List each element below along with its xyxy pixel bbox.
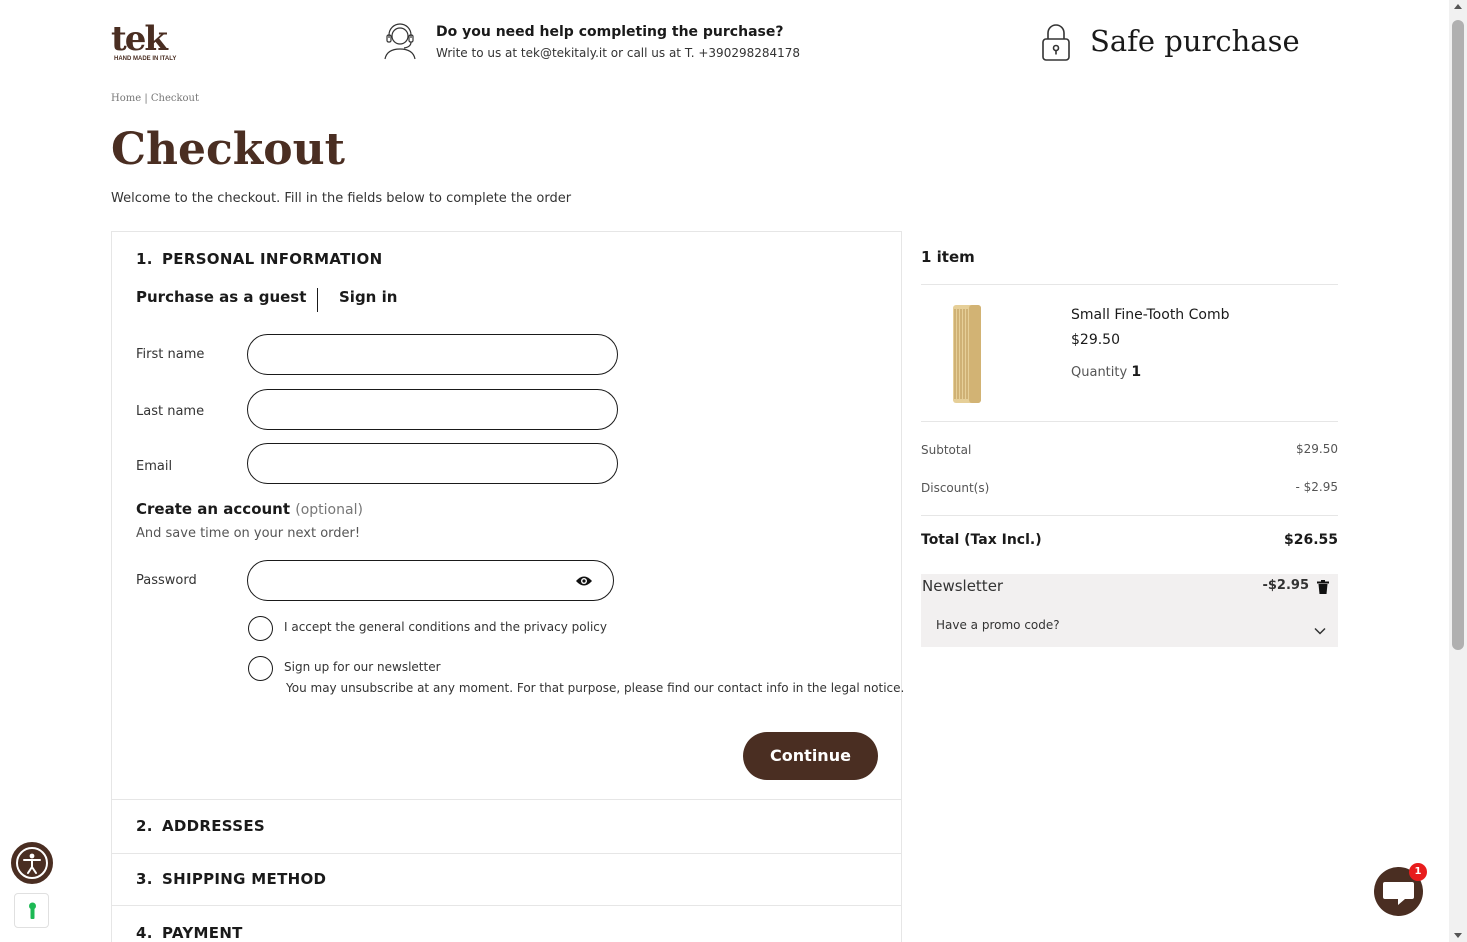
quantity-label: Quantity xyxy=(1071,365,1128,380)
password-input[interactable] xyxy=(247,560,614,601)
step-shipping-method[interactable]: 3. SHIPPING METHOD xyxy=(136,870,326,888)
first-name-input[interactable] xyxy=(247,334,618,375)
email-input[interactable] xyxy=(247,443,618,484)
last-name-label: Last name xyxy=(136,404,205,419)
password-label: Password xyxy=(136,573,197,588)
summary-divider xyxy=(921,284,1338,285)
last-name-input[interactable] xyxy=(247,389,618,430)
step-addresses[interactable]: 2. ADDRESSES xyxy=(136,817,265,835)
optional-label: (optional) xyxy=(295,502,363,518)
subtotal-label: Subtotal xyxy=(921,443,972,457)
create-account-title: Create an account (optional) xyxy=(136,500,363,518)
step-divider xyxy=(112,905,901,906)
step-personal-information[interactable]: 1. PERSONAL INFORMATION xyxy=(136,250,382,268)
step-payment[interactable]: 4. PAYMENT xyxy=(136,924,243,942)
promo-section: Newsletter -$2.95 Have a promo code? xyxy=(921,574,1338,647)
applied-promo-amount: -$2.95 xyxy=(1262,578,1309,593)
scrollbar-thumb[interactable] xyxy=(1452,20,1464,650)
site-header: tek HAND MADE IN ITALY Do you need help … xyxy=(0,0,1449,80)
items-count: 1 item xyxy=(921,248,975,266)
step-number: 3. xyxy=(136,870,153,888)
brand-logo[interactable]: tek HAND MADE IN ITALY xyxy=(111,22,181,66)
summary-divider xyxy=(921,515,1338,516)
first-name-label: First name xyxy=(136,347,205,362)
step-label: SHIPPING METHOD xyxy=(162,870,327,888)
chat-notification-badge: 1 xyxy=(1409,863,1427,881)
tab-sign-in[interactable]: Sign in xyxy=(339,288,397,306)
trash-icon[interactable] xyxy=(1317,579,1329,594)
step-number: 4. xyxy=(136,924,153,942)
total-label: Total (Tax Incl.) xyxy=(921,532,1042,548)
safe-purchase-label: Safe purchase xyxy=(1090,24,1300,58)
accessibility-button[interactable] xyxy=(11,842,53,884)
accept-terms-checkbox[interactable] xyxy=(248,616,273,641)
step-label: ADDRESSES xyxy=(162,817,265,835)
cookie-consent-button[interactable] xyxy=(14,893,49,928)
page-scrollbar[interactable] xyxy=(1449,0,1467,942)
step-number: 1. xyxy=(136,250,153,268)
step-label: PERSONAL INFORMATION xyxy=(162,250,383,268)
discount-value: - $2.95 xyxy=(1295,480,1339,494)
subtotal-value: $29.50 xyxy=(1296,442,1338,456)
logo-wordmark: tek xyxy=(111,19,168,59)
quantity-value: 1 xyxy=(1131,364,1142,380)
product-quantity: Quantity 1 xyxy=(1071,364,1141,380)
promo-code-toggle[interactable]: Have a promo code? xyxy=(936,618,1060,632)
eye-icon[interactable] xyxy=(575,573,593,589)
lock-icon xyxy=(1040,22,1072,62)
checkout-steps-panel: 1. PERSONAL INFORMATION Purchase as a gue… xyxy=(111,231,905,942)
breadcrumb[interactable]: Home | Checkout xyxy=(111,93,199,104)
headset-support-icon xyxy=(382,22,418,60)
newsletter-label[interactable]: Sign up for our newsletter xyxy=(284,660,441,674)
welcome-text: Welcome to the checkout. Fill in the fie… xyxy=(111,191,572,206)
chevron-down-icon[interactable] xyxy=(1314,620,1326,635)
create-account-label: Create an account xyxy=(136,500,291,518)
total-value: $26.55 xyxy=(1283,532,1338,548)
scroll-down-arrow-icon[interactable] xyxy=(1454,933,1462,938)
create-account-subtitle: And save time on your next order! xyxy=(136,526,361,541)
product-image[interactable] xyxy=(949,303,985,405)
summary-divider xyxy=(921,421,1338,422)
step-divider xyxy=(112,799,901,800)
step-number: 2. xyxy=(136,817,153,835)
help-contact-text[interactable]: Write to us at tek@tekitaly.it or call u… xyxy=(436,46,800,60)
applied-promo-name: Newsletter xyxy=(922,577,1004,595)
tab-guest[interactable]: Purchase as a guest xyxy=(136,288,306,306)
newsletter-checkbox[interactable] xyxy=(248,656,273,681)
continue-button[interactable]: Continue xyxy=(743,732,878,780)
newsletter-note: You may unsubscribe at any moment. For t… xyxy=(286,681,905,695)
accessibility-icon xyxy=(16,847,48,879)
help-title: Do you need help completing the purchase… xyxy=(436,24,784,40)
product-name[interactable]: Small Fine-Tooth Comb xyxy=(1071,307,1230,323)
accept-terms-label[interactable]: I accept the general conditions and the … xyxy=(284,620,607,634)
tab-divider xyxy=(317,288,318,312)
step-divider xyxy=(112,853,901,854)
email-label: Email xyxy=(136,459,173,474)
logo-tagline: HAND MADE IN ITALY xyxy=(114,56,177,62)
page-title: Checkout xyxy=(111,124,345,175)
product-price: $29.50 xyxy=(1071,332,1120,348)
discount-label: Discount(s) xyxy=(921,481,990,495)
keyhole-icon xyxy=(29,902,36,919)
scroll-up-arrow-icon[interactable] xyxy=(1454,4,1462,9)
step-label: PAYMENT xyxy=(162,924,243,942)
